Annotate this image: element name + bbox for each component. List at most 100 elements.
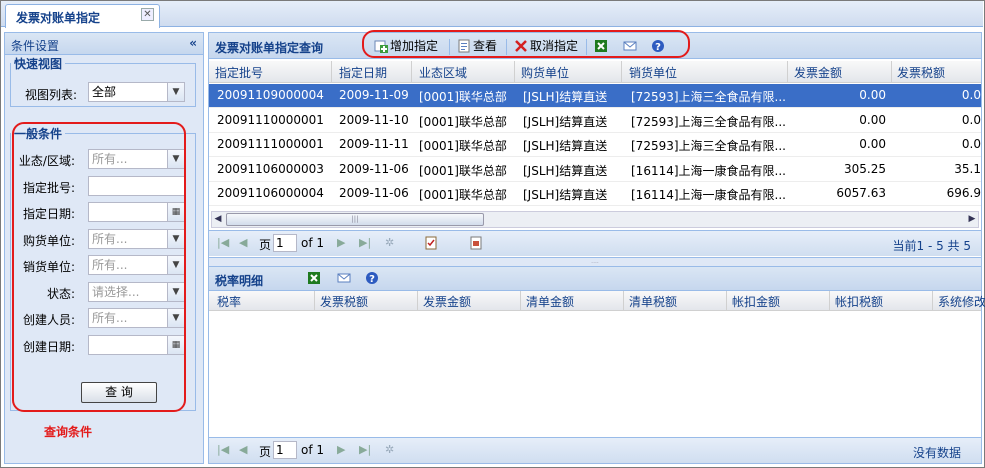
tab-label: 发票对账单指定 [16, 11, 101, 25]
next-page-icon[interactable]: ▶ [337, 443, 345, 456]
column-divider[interactable] [623, 291, 624, 311]
help-icon[interactable]: ? [365, 271, 379, 285]
column-divider[interactable] [417, 291, 418, 311]
main-panel: 发票对账单指定查询 增加指定 查看 取消指定 ? 指定批号 指定日期 业态区域 购货单… [208, 32, 985, 464]
column-divider[interactable] [331, 61, 332, 83]
view-list-select[interactable]: 全部 ▼ [88, 82, 185, 102]
splitter[interactable]: .... [209, 257, 981, 267]
table-row[interactable]: 20091109000004 2009-11-09 [0001]联华总部 [JSLH]… [209, 84, 981, 108]
main-pager: |◀ ◀ 页 1 of 1 ▶ ▶| ✲ 当前1 - 5 共 5 [209, 230, 981, 256]
prev-page-icon[interactable]: ◀ [239, 236, 247, 249]
excel-icon[interactable] [307, 271, 321, 285]
cell-date: 2009-11-10 [339, 112, 409, 127]
cell-region: [0001]联华总部 [419, 188, 507, 202]
last-page-icon[interactable]: ▶| [359, 443, 371, 456]
annotation-box-toolbar [362, 30, 690, 58]
column-divider[interactable] [787, 61, 788, 83]
page-number-input[interactable]: 1 [273, 441, 297, 459]
mail-icon[interactable] [337, 271, 351, 285]
print-report-icon[interactable] [469, 236, 483, 250]
scroll-right-icon[interactable]: ▶ [966, 213, 978, 226]
pager-status: 当前1 - 5 共 5 [892, 239, 972, 253]
pager-status: 没有数据 [912, 446, 961, 460]
cell-batch: 20091106000003 [217, 161, 324, 176]
column-header[interactable]: 购货单位 [521, 64, 569, 81]
column-header[interactable]: 发票金额 [794, 64, 842, 81]
table-row[interactable]: 20091111000001 2009-11-11 [0001]联华总部 [JSLH]… [209, 133, 981, 157]
report-icon[interactable] [424, 236, 438, 250]
scroll-left-icon[interactable]: ◀ [212, 213, 224, 226]
quick-view-legend: 快速视图 [14, 57, 63, 71]
detail-pager: |◀ ◀ 页 1 of 1 ▶ ▶| ✲ 没有数据 [209, 437, 981, 463]
cell-date: 2009-11-06 [339, 161, 409, 176]
scrollbar-thumb[interactable]: ||| [226, 213, 484, 226]
column-divider[interactable] [520, 291, 521, 311]
table-row[interactable]: 20091106000003 2009-11-06 [0001]联华总部 [JSLH]… [209, 158, 981, 182]
cell-date: 2009-11-06 [339, 186, 409, 200]
detail-column-header[interactable]: 清单税额 [629, 293, 725, 310]
column-header[interactable]: 发票税额 [897, 64, 945, 81]
column-divider[interactable] [891, 61, 892, 83]
first-page-icon[interactable]: |◀ [217, 236, 229, 249]
cell-amount: 305.25 [844, 161, 886, 176]
column-divider[interactable] [932, 291, 933, 311]
page-of-label: of 1 [301, 236, 325, 250]
cell-seller: [72593]上海三全食品有限... [631, 139, 786, 153]
panel-title: 条件设置 [11, 39, 60, 53]
column-divider[interactable] [829, 291, 830, 311]
cell-batch: 20091109000004 [217, 88, 324, 102]
cell-seller: [72593]上海三全食品有限... [631, 114, 786, 129]
column-divider[interactable] [411, 61, 412, 83]
first-page-icon[interactable]: |◀ [217, 443, 229, 456]
collapse-icon[interactable]: « [189, 36, 197, 50]
last-page-icon[interactable]: ▶| [359, 236, 371, 249]
detail-grid-header: 税率 发票税额 发票金额 清单金额 清单税额 帐扣金额 帐扣税额 系统修改 [209, 291, 985, 311]
cell-tax: 35.1 [954, 161, 981, 176]
cell-region: [0001]联华总部 [419, 163, 507, 178]
annotation-box-conditions [12, 122, 186, 412]
page-of-label: of 1 [301, 443, 325, 457]
cell-batch: 20091110000001 [217, 112, 324, 127]
column-header[interactable]: 指定日期 [339, 64, 387, 81]
view-list-value: 全部 [92, 85, 117, 99]
next-page-icon[interactable]: ▶ [337, 236, 345, 249]
cell-date: 2009-11-09 [339, 88, 409, 102]
prev-page-icon[interactable]: ◀ [239, 443, 247, 456]
column-divider[interactable] [726, 291, 727, 311]
column-header[interactable]: 销货单位 [629, 64, 677, 81]
chevron-down-icon[interactable]: ▼ [167, 83, 184, 101]
column-divider[interactable] [314, 291, 315, 311]
column-divider[interactable] [621, 61, 622, 83]
cell-buyer: [JSLH]结算直送 [523, 90, 608, 104]
cell-region: [0001]联华总部 [419, 139, 507, 153]
detail-column-header[interactable]: 系统修改 [938, 293, 985, 310]
column-header[interactable]: 业态区域 [419, 64, 467, 81]
tab-invoice-assign[interactable]: 发票对账单指定 ✕ [5, 4, 160, 28]
horizontal-scrollbar[interactable]: ◀ ||| ▶ [211, 211, 979, 228]
detail-column-header[interactable]: 发票金额 [423, 293, 519, 310]
detail-column-header[interactable]: 发票税额 [320, 293, 416, 310]
detail-column-header[interactable]: 清单金额 [526, 293, 622, 310]
page-label: 页 [259, 445, 272, 459]
cell-amount: 0.00 [859, 112, 886, 127]
refresh-icon[interactable]: ✲ [385, 236, 394, 249]
cell-tax: 0.0 [961, 137, 981, 151]
column-header[interactable]: 指定批号 [215, 64, 263, 81]
refresh-icon[interactable]: ✲ [385, 443, 394, 456]
page-number-input[interactable]: 1 [273, 234, 297, 252]
cell-batch: 20091111000001 [217, 137, 324, 151]
cell-amount: 6057.63 [836, 186, 886, 200]
cell-tax: 0.0 [961, 112, 981, 127]
detail-column-header[interactable]: 帐扣金额 [732, 293, 828, 310]
cell-seller: [16114]上海一康食品有限... [631, 188, 786, 202]
main-grid-header: 指定批号 指定日期 业态区域 购货单位 销货单位 发票金额 发票税额 [209, 61, 981, 83]
table-row[interactable]: 20091106000004 2009-11-06 [0001]联华总部 [JSLH]… [209, 182, 981, 206]
close-icon[interactable]: ✕ [141, 8, 154, 21]
detail-column-header[interactable]: 帐扣税额 [835, 293, 931, 310]
cell-amount: 0.00 [859, 88, 886, 102]
detail-column-header[interactable]: 税率 [217, 293, 313, 310]
column-divider[interactable] [514, 61, 515, 83]
main-panel-title: 发票对账单指定查询 [215, 41, 324, 55]
detail-panel-header: 税率明细 ? [209, 267, 981, 291]
table-row[interactable]: 20091110000001 2009-11-10 [0001]联华总部 [JSLH]… [209, 109, 981, 133]
